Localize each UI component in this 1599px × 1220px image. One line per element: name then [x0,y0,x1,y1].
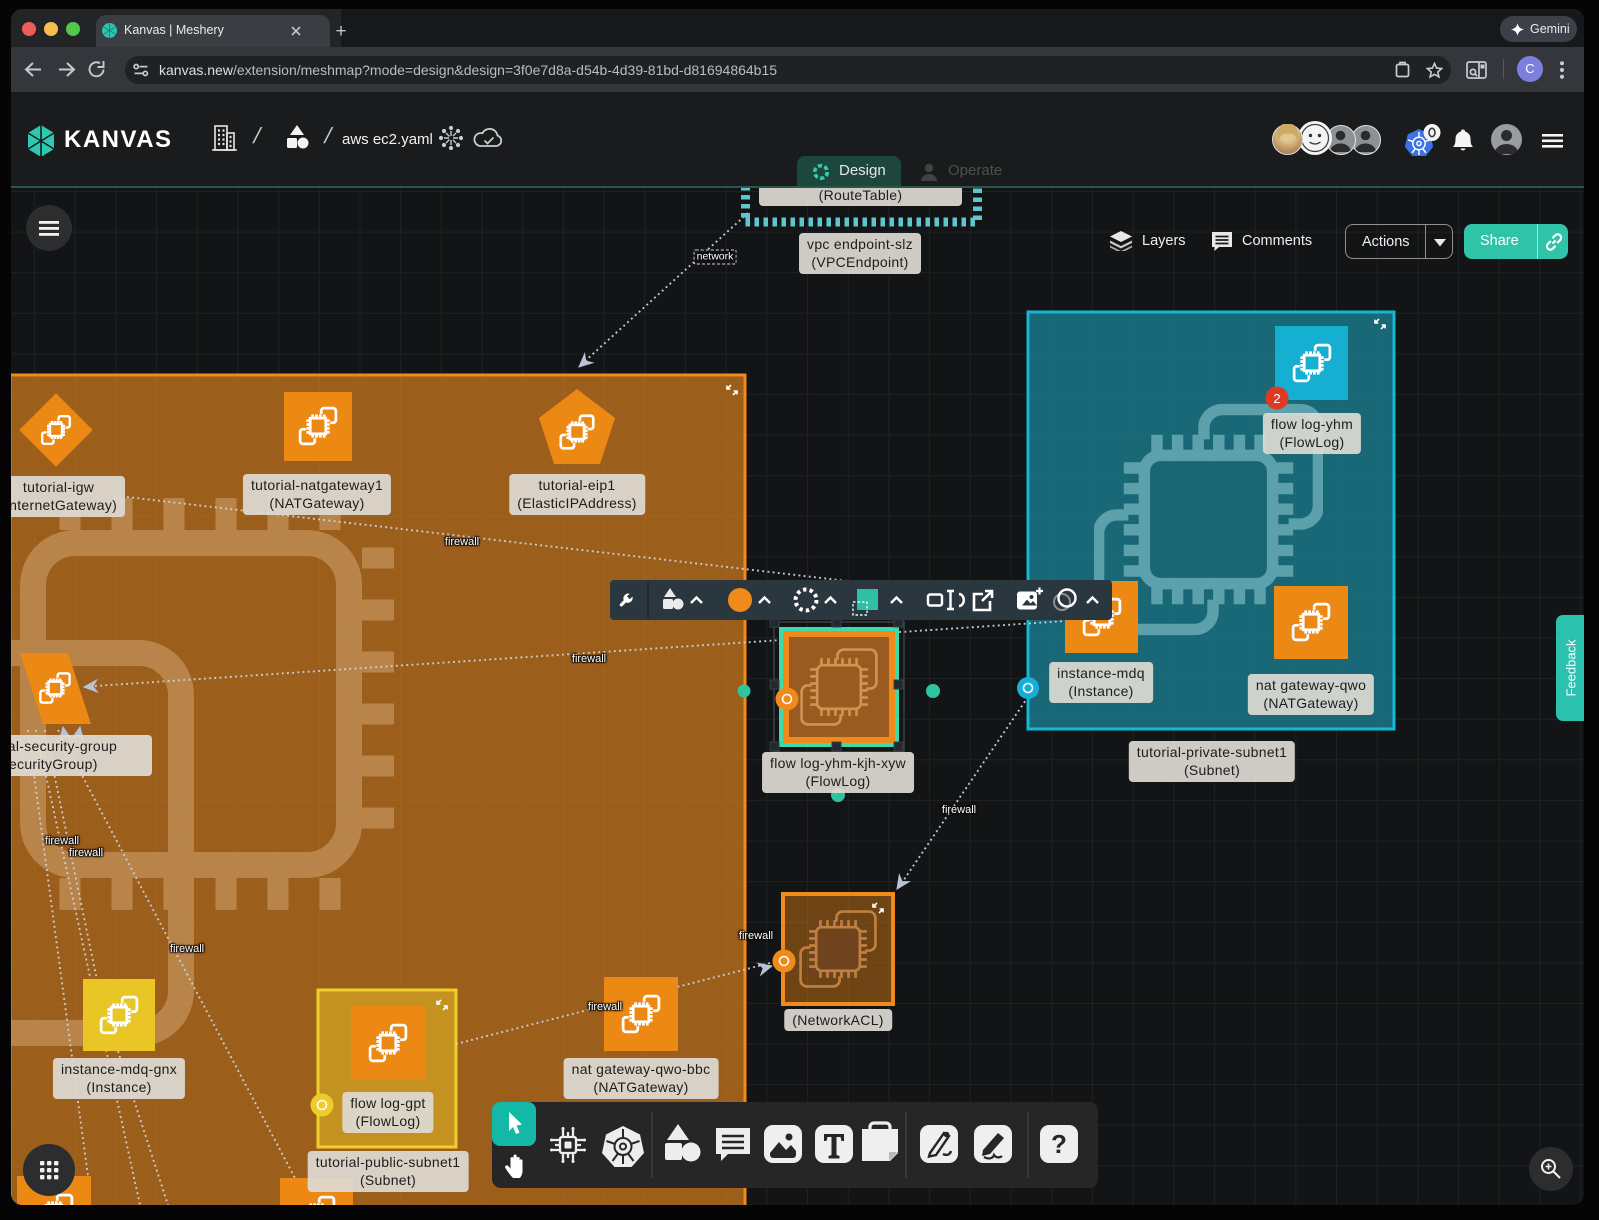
svg-text:2: 2 [1273,391,1280,406]
svg-text:?: ? [1051,1129,1067,1159]
